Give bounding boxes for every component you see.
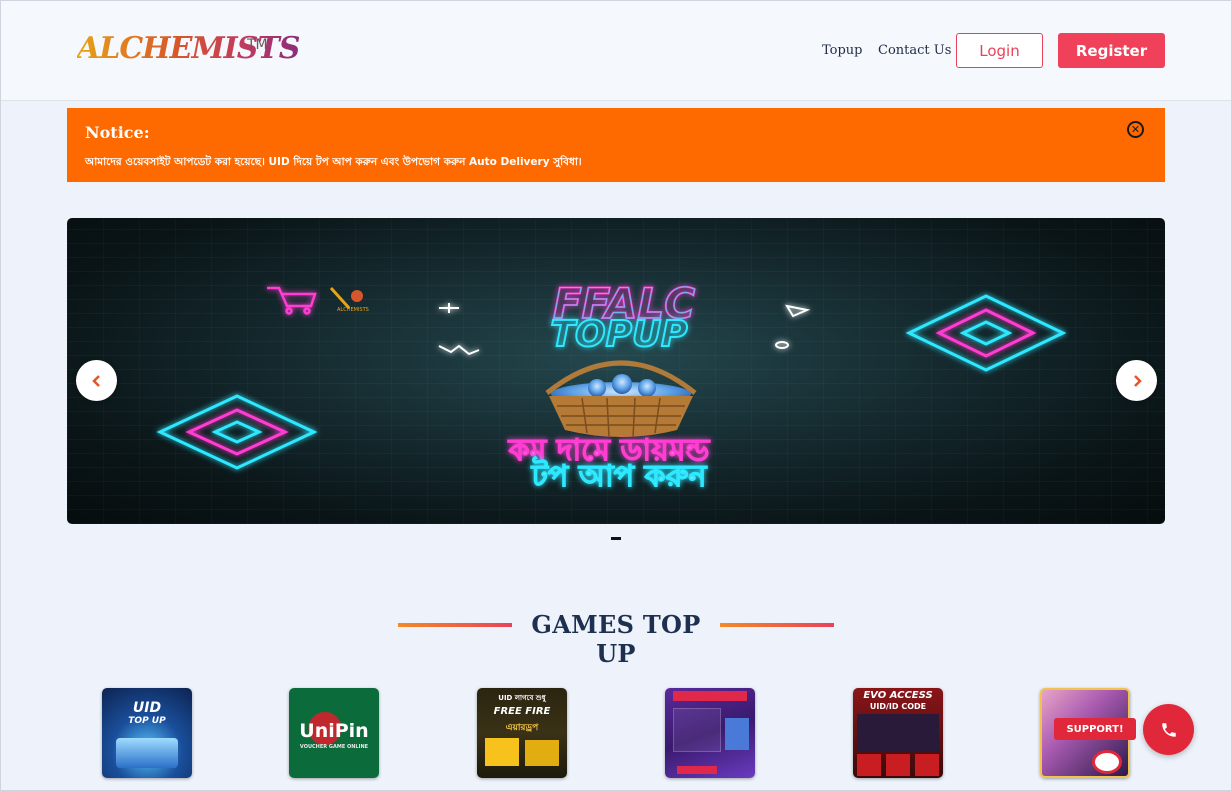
support-label[interactable]: SUPPORT! [1054, 718, 1136, 740]
svg-text:ALCHEMISTS: ALCHEMISTS [337, 307, 369, 313]
phone-icon [1161, 722, 1176, 737]
login-button[interactable]: Login [956, 33, 1043, 68]
hero-banner-art: ALCHEMISTS FFALC FFALC TOPUP কম দামে ডায… [156, 278, 1067, 495]
game-tile-free-fire-airdrop[interactable]: UID লাগবে শুধু FREE FIRE এয়ারড্রপ [477, 688, 567, 778]
site-header: ALCHEMISTS TM Topup Contact Us Login Reg… [1, 1, 1231, 101]
support-call-button[interactable] [1143, 704, 1194, 755]
heading-rule-left [398, 623, 512, 627]
close-circle-icon[interactable]: ✕ [1127, 121, 1144, 138]
notice-banner: Notice: আমাদের ওয়েবসাইট আপডেট করা হয়েছ… [67, 108, 1165, 182]
game-tile-evo-access[interactable]: EVO ACCESS UID/ID CODE [853, 688, 943, 778]
headline-line2: TOPUP [550, 314, 687, 355]
carousel-prev-button[interactable] [76, 360, 117, 401]
notice-title: Notice: [85, 123, 150, 142]
notice-text: আমাদের ওয়েবসাইট আপডেট করা হয়েছে। UID দ… [85, 156, 582, 168]
small-logo-mark: ALCHEMISTS [329, 286, 369, 313]
nav-topup-link[interactable]: Topup [822, 43, 863, 58]
game-tile-uid-topup[interactable]: UID TOP UP [102, 688, 192, 778]
hero-carousel: ALCHEMISTS FFALC FFALC TOPUP কম দামে ডায… [67, 218, 1165, 524]
carousel-next-button[interactable] [1116, 360, 1157, 401]
neon-diamond-left [156, 394, 318, 470]
games-section-title: GAMES TOP UP [531, 610, 701, 668]
carousel-indicator[interactable] [611, 537, 621, 540]
chevron-left-icon [91, 374, 100, 387]
heading-rule-right [720, 623, 834, 627]
cart-icon [267, 286, 317, 315]
chevron-right-icon [1133, 374, 1142, 387]
bangla-line2: টপ আপ করুন [531, 456, 708, 494]
trademark-mark: TM [247, 37, 268, 53]
diamond-basket-image [545, 360, 697, 438]
game-tile-membership[interactable] [665, 688, 755, 778]
nav-contact-link[interactable]: Contact Us [878, 43, 951, 58]
neon-diamond-right [905, 294, 1067, 372]
register-button[interactable]: Register [1058, 33, 1165, 68]
game-tile-unipin[interactable]: UniPin VOUCHER GAME ONLINE [289, 688, 379, 778]
